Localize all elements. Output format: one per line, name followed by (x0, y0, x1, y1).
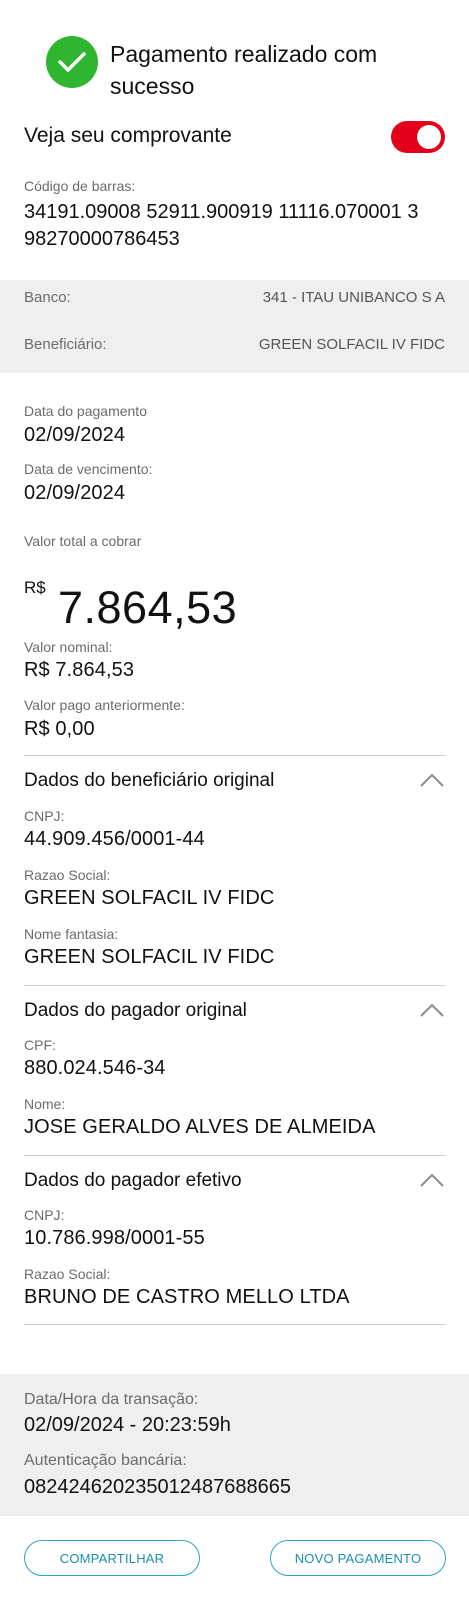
success-check-icon (46, 36, 98, 88)
previous-paid-label: Valor pago anteriormente: (24, 697, 185, 713)
payer-cpf-value: 880.024.546-34 (24, 1057, 166, 1079)
beneficiary-fantasia-label: Nome fantasia: (24, 926, 119, 942)
new-payment-button[interactable]: NOVO PAGAMENTO (270, 1540, 446, 1576)
barcode-label: Código de barras: (24, 178, 136, 194)
effective-razao-value: BRUNO DE CASTRO MELLO LTDA (24, 1286, 350, 1308)
total-label: Valor total a cobrar (24, 533, 142, 549)
check-icon (58, 52, 86, 72)
effective-cnpj-label: CNPJ: (24, 1207, 65, 1223)
chevron-up-icon[interactable] (419, 1002, 445, 1018)
total-currency: R$ (24, 578, 46, 597)
nominal-label: Valor nominal: (24, 639, 113, 655)
total-amount: 7.864,53 (58, 582, 238, 633)
effective-razao-label: Razao Social: (24, 1266, 111, 1282)
auth-label: Autenticação bancária: (24, 1452, 187, 1469)
divider (24, 1324, 445, 1325)
divider (24, 755, 445, 756)
beneficiary-cnpj-value: 44.909.456/0001-44 (24, 828, 205, 850)
transaction-datetime-label: Data/Hora da transação: (24, 1391, 199, 1408)
effective-cnpj-value: 10.786.998/0001-55 (24, 1227, 205, 1249)
chevron-up-icon[interactable] (419, 1172, 445, 1188)
transaction-datetime-value: 02/09/2024 - 20:23:59h (24, 1414, 231, 1436)
bank-value: 341 - ITAU UNIBANCO S A (262, 289, 445, 306)
section-title-original-payer: Dados do pagador original (24, 1000, 247, 1021)
toggle-knob (417, 125, 441, 149)
chevron-up-icon[interactable] (419, 772, 445, 788)
previous-paid-value: R$ 0,00 (24, 718, 95, 740)
receipt-toggle[interactable] (391, 121, 445, 153)
payer-name-value: JOSE GERALDO ALVES DE ALMEIDA (24, 1116, 376, 1138)
section-title-original-beneficiary: Dados do beneficiário original (24, 770, 275, 791)
divider (24, 985, 445, 986)
beneficiary-label: Beneficiário: (24, 336, 107, 353)
nominal-value: R$ 7.864,53 (24, 659, 135, 681)
share-button[interactable]: COMPARTILHAR (24, 1540, 200, 1576)
section-title-effective-payer: Dados do pagador efetivo (24, 1170, 242, 1191)
beneficiary-razao-value: GREEN SOLFACIL IV FIDC (24, 887, 275, 909)
payment-date-label: Data do pagamento (24, 403, 147, 419)
payment-date-value: 02/09/2024 (24, 424, 126, 446)
barcode-value: 34191.09008 52911.900919 11116.070001 3 … (24, 201, 419, 250)
beneficiary-fantasia-value: GREEN SOLFACIL IV FIDC (24, 946, 275, 968)
success-title: Pagamento realizado com sucesso (110, 41, 378, 99)
beneficiary-cnpj-label: CNPJ: (24, 808, 65, 824)
payer-name-label: Nome: (24, 1096, 66, 1112)
beneficiary-value: GREEN SOLFACIL IV FIDC (258, 336, 445, 353)
divider (24, 1155, 445, 1156)
receipt-toggle-label: Veja seu comprovante (24, 124, 232, 147)
auth-value: 082424620235012487688665 (24, 1476, 291, 1498)
beneficiary-razao-label: Razao Social: (24, 867, 111, 883)
bank-label: Banco: (24, 289, 71, 306)
payer-cpf-label: CPF: (24, 1037, 56, 1053)
due-date-value: 02/09/2024 (24, 482, 126, 504)
due-date-label: Data de vencimento: (24, 461, 153, 477)
